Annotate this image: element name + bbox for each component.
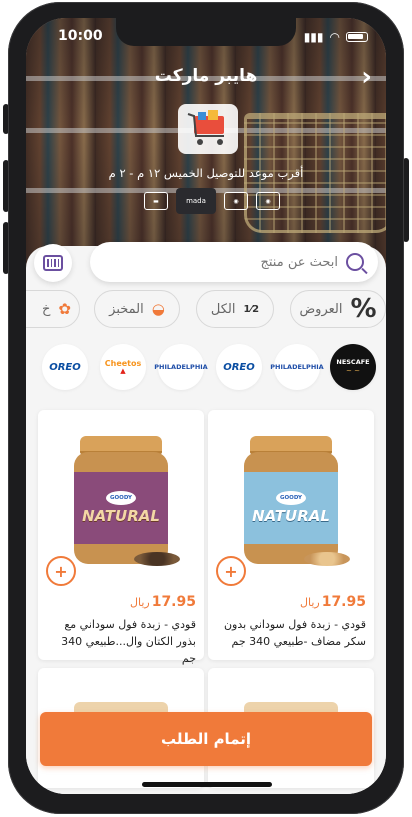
product-name: قودي - زبدة فول سوداني مع بذور الكتان وا… xyxy=(61,618,196,666)
add-to-cart-button[interactable]: + xyxy=(216,556,246,586)
brand-nescafe[interactable]: NESCAFE ~ ~ xyxy=(330,344,376,390)
brand-logo: GOODY xyxy=(276,491,306,505)
cart-plus-icon: + xyxy=(224,561,238,581)
card-icon: ▬ xyxy=(144,192,168,210)
status-icons: ▮▮▮ ◠ xyxy=(304,30,368,44)
brand-label: OREO xyxy=(49,361,81,373)
add-to-cart-button[interactable]: + xyxy=(46,556,76,586)
percent-icon: % xyxy=(350,294,377,324)
seeds-decoration xyxy=(134,552,180,566)
cash-icon: ◉ xyxy=(224,192,248,210)
price-row: 17.95 ريال xyxy=(300,594,366,610)
brand-label: OREO xyxy=(223,361,255,373)
jar-label-text: NATURAL xyxy=(252,507,330,525)
product-price: 17.95 xyxy=(321,594,366,610)
jar-label: GOODY NATURAL xyxy=(74,472,168,544)
notch xyxy=(116,18,296,46)
back-button[interactable]: › xyxy=(361,64,372,90)
barcode-icon xyxy=(43,255,63,271)
category-label: الكل xyxy=(210,301,236,317)
store-title: هايبر ماركت xyxy=(154,66,258,86)
product-card[interactable]: GOODY NATURAL + 17.95 ريال قودي - زبدة ف… xyxy=(208,410,374,660)
product-name: قودي - زبدة فول سوداني بدون سكر مضاف -طب… xyxy=(223,618,366,649)
jar-label-text: NATURAL xyxy=(82,507,160,525)
status-time: 10:00 xyxy=(58,28,103,44)
cart-plus-icon: + xyxy=(54,561,68,581)
bread-icon: ◒ xyxy=(151,300,165,318)
brand-oreo[interactable]: OREO xyxy=(216,344,262,390)
jar-body: GOODY NATURAL xyxy=(74,452,168,564)
app-screen: 10:00 ▮▮▮ ◠ هايبر ماركت › أقرب موعد للتو… xyxy=(26,18,386,794)
currency: ريال xyxy=(299,596,320,609)
doritos-logo-icon: ▲ xyxy=(120,366,126,375)
jar-body: GOODY NATURAL xyxy=(244,452,338,564)
search-input[interactable]: ابحث عن منتج xyxy=(260,255,338,270)
brand-philadelphia[interactable]: PHILADELPHIA xyxy=(270,344,324,390)
product-price: 17.95 xyxy=(151,594,196,610)
product-card[interactable]: GOODY NATURAL + 17.95 ريال قودي - زبدة ف… xyxy=(38,410,204,665)
battery-icon xyxy=(346,32,368,42)
store-logo xyxy=(178,104,238,154)
chevron-right-icon: › xyxy=(361,62,372,92)
produce-icon: ✿ xyxy=(58,300,71,318)
product-image: GOODY NATURAL xyxy=(74,436,168,564)
cash-icon: ◉ xyxy=(256,192,280,210)
brand-cheetos[interactable]: Cheetos ▲ xyxy=(100,344,146,390)
search-icon xyxy=(346,253,364,271)
category-produce[interactable]: خ ✿ xyxy=(26,290,80,328)
payment-methods: ▬ mada ◉ ◉ xyxy=(144,188,280,214)
category-bakery[interactable]: المخبز ◒ xyxy=(94,290,180,328)
category-offers[interactable]: العروض % xyxy=(290,290,386,328)
brand-label: PHILADELPHIA xyxy=(154,363,208,371)
peanuts-decoration xyxy=(304,552,350,566)
category-label: المخبز xyxy=(109,301,144,317)
signal-icon: ▮▮▮ xyxy=(303,30,324,44)
barcode-scan-button[interactable] xyxy=(34,244,72,282)
jar-label: GOODY NATURAL xyxy=(244,472,338,544)
brand-label: PHILADELPHIA xyxy=(270,363,324,371)
mada-icon: mada xyxy=(176,188,216,214)
price-row: 17.95 ريال xyxy=(130,594,196,610)
checkout-button[interactable]: إتمام الطلب xyxy=(40,712,372,766)
brand-script-icon: ~ ~ xyxy=(346,366,360,375)
category-all[interactable]: الكل 1⁄2 xyxy=(196,290,274,328)
brand-philadelphia[interactable]: PHILADELPHIA xyxy=(154,344,208,390)
brand-oreo[interactable]: OREO xyxy=(42,344,88,390)
brand-label: NESCAFE xyxy=(336,357,370,366)
category-label: العروض xyxy=(299,301,343,317)
wifi-icon: ◠ xyxy=(329,30,340,44)
delivery-slot-text: أقرب موعد للتوصيل الخميس ١٢ م - ٢ م xyxy=(108,166,304,180)
all-icon: 1⁄2 xyxy=(243,303,260,315)
category-label: خ xyxy=(42,301,51,317)
home-indicator xyxy=(142,782,272,787)
shopping-cart-logo-icon xyxy=(187,110,224,145)
currency: ريال xyxy=(129,596,150,609)
brand-logo: GOODY xyxy=(106,491,136,505)
search-bar[interactable]: ابحث عن منتج xyxy=(90,242,378,282)
product-image: GOODY NATURAL xyxy=(244,436,338,564)
